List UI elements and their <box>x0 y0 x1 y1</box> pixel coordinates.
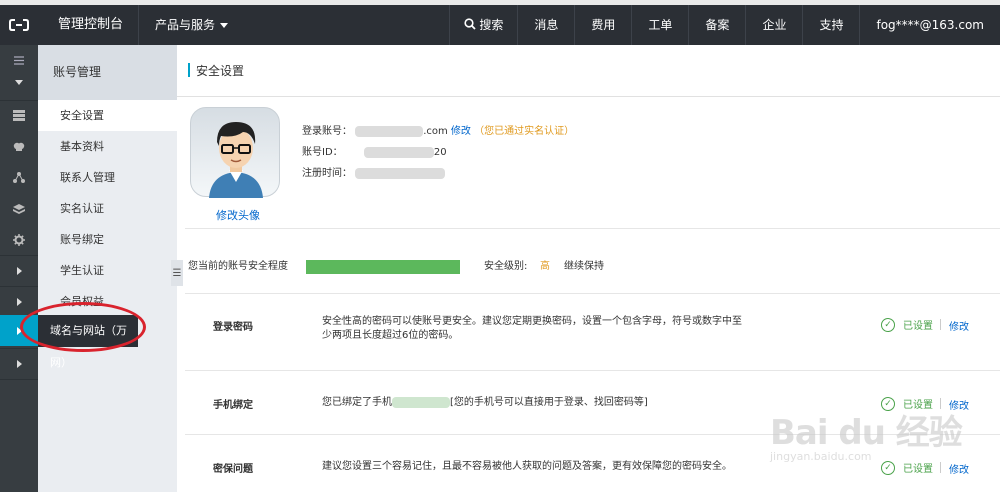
sidebar-item-binding[interactable]: 账号绑定 <box>38 224 177 255</box>
nav-billing[interactable]: 费用 <box>574 5 631 45</box>
top-right-nav: 搜索 消息 费用 工单 备案 企业 支持 fog****@163.com <box>449 5 1000 45</box>
nav-enterprise[interactable]: 企业 <box>745 5 802 45</box>
server-icon[interactable] <box>0 100 38 131</box>
sidebar-item-security[interactable]: 安全设置 <box>38 100 177 131</box>
nav-search[interactable]: 搜索 <box>449 5 517 45</box>
products-label: 产品与服务 <box>155 18 216 32</box>
account-row: 登录账号： .com 修改 （您已通过实名认证） <box>302 121 574 142</box>
verified-note: （您已通过实名认证） <box>474 126 575 137</box>
action-separator <box>940 319 941 330</box>
left-icon-rail <box>0 45 38 492</box>
login-password-desc: 安全性高的密码可以使账号更安全。建议您定期更换密码，设置一个包含字母，符号或数字… <box>322 316 742 341</box>
security-keep-text: 继续保持 <box>564 261 604 272</box>
nav-tickets[interactable]: 工单 <box>631 5 688 45</box>
avatar-illustration <box>209 122 263 198</box>
security-progress-bar <box>306 260 460 274</box>
page-header: 安全设置 <box>177 45 1000 97</box>
avatar[interactable] <box>190 107 280 198</box>
baidu-watermark: Bai du 经验 jingyan.baidu.com <box>760 400 1000 492</box>
nav-icp[interactable]: 备案 <box>688 5 745 45</box>
account-sidebar: 账号管理 安全设置 基本资料 联系人管理 实名认证 账号绑定 学生认证 会员权益… <box>38 45 183 492</box>
gear-icon[interactable] <box>0 224 38 255</box>
sidebar-item-student[interactable]: 学生认证 <box>38 255 177 286</box>
register-time-row: 注册时间： <box>302 163 574 184</box>
redacted-register-time <box>355 167 446 179</box>
account-id-row: 账号ID： 20 <box>302 142 574 163</box>
sidebar-item-contacts[interactable]: 联系人管理 <box>38 162 177 193</box>
security-question-desc: 建议您设置三个容易记住，且最不容易被他人获取的问题及答案，更有效保障您的密码安全… <box>322 461 732 472</box>
nav-account[interactable]: fog****@163.com <box>859 5 1000 45</box>
login-password-modify[interactable]: 修改 <box>949 318 969 333</box>
security-level-label: 您当前的账号安全程度 <box>188 261 288 272</box>
rail-divider <box>0 379 38 380</box>
nav-search-label: 搜索 <box>479 18 504 32</box>
products-menu[interactable]: 产品与服务 <box>138 5 238 45</box>
storage-icon[interactable] <box>0 193 38 224</box>
login-password-title: 登录密码 <box>213 322 253 333</box>
login-password-status-text: 已设置 <box>903 321 933 332</box>
red-highlight-circle <box>20 302 146 352</box>
top-navbar: 管理控制台 产品与服务 搜索 消息 费用 工单 备案 企业 支持 fog****… <box>0 5 1000 45</box>
redacted-phone <box>392 396 450 408</box>
login-password-status: ✓ 已设置 <box>881 317 933 332</box>
network-icon[interactable] <box>0 162 38 193</box>
account-modify-link[interactable]: 修改 <box>451 126 471 137</box>
account-info: 登录账号： .com 修改 （您已通过实名认证） 账号ID： 20 注册时间： <box>302 121 574 184</box>
redacted-id <box>363 146 434 158</box>
register-time-label: 注册时间： <box>302 168 352 179</box>
aliyun-logo-icon[interactable] <box>0 5 38 45</box>
chevron-down-icon[interactable] <box>0 67 38 98</box>
sidebar-item-basic-info[interactable]: 基本资料 <box>38 131 177 162</box>
nav-messages[interactable]: 消息 <box>517 5 574 45</box>
nav-support[interactable]: 支持 <box>802 5 859 45</box>
security-progress-fill <box>306 260 460 274</box>
account-id-label: 账号ID： <box>302 147 343 158</box>
sidebar-item-real-name[interactable]: 实名认证 <box>38 193 177 224</box>
account-label: 登录账号： <box>302 126 352 137</box>
security-grade-value: 高 <box>540 261 550 272</box>
watermark-logo-text: Bai du 经验 <box>770 413 963 453</box>
sidebar-heading: 账号管理 <box>38 45 177 100</box>
security-question-title: 密保问题 <box>213 464 253 475</box>
phone-binding-title: 手机绑定 <box>213 400 253 411</box>
check-circle-icon: ✓ <box>881 317 895 332</box>
chevron-right-icon[interactable] <box>0 348 38 379</box>
watermark-url: jingyan.baidu.com <box>770 450 872 463</box>
phone-binding-desc: 您已绑定了手机 [您的手机号可以直接用于登录、找回密码等] <box>322 396 742 410</box>
change-avatar-link[interactable]: 修改头像 <box>216 207 260 223</box>
account-suffix: .com <box>423 126 448 137</box>
search-icon <box>464 6 476 46</box>
section-divider <box>185 370 1000 371</box>
chevron-right-icon[interactable] <box>0 255 38 286</box>
security-grade-label: 安全级别: <box>484 261 528 272</box>
chevron-down-icon <box>220 23 229 28</box>
account-id-suffix: 20 <box>433 147 447 158</box>
cloud-icon[interactable] <box>0 131 38 162</box>
phone-binding-desc-suffix: [您的手机号可以直接用于登录、找回密码等] <box>450 397 648 408</box>
console-title[interactable]: 管理控制台 <box>58 5 123 45</box>
title-accent-bar <box>188 63 190 77</box>
section-divider <box>185 293 1000 294</box>
page-title: 安全设置 <box>196 64 245 78</box>
redacted-account <box>355 125 424 137</box>
security-level: 您当前的账号安全程度 安全级别: 高 继续保持 <box>188 260 1000 274</box>
section-divider <box>185 228 1000 229</box>
phone-binding-desc-prefix: 您已绑定了手机 <box>322 397 392 408</box>
